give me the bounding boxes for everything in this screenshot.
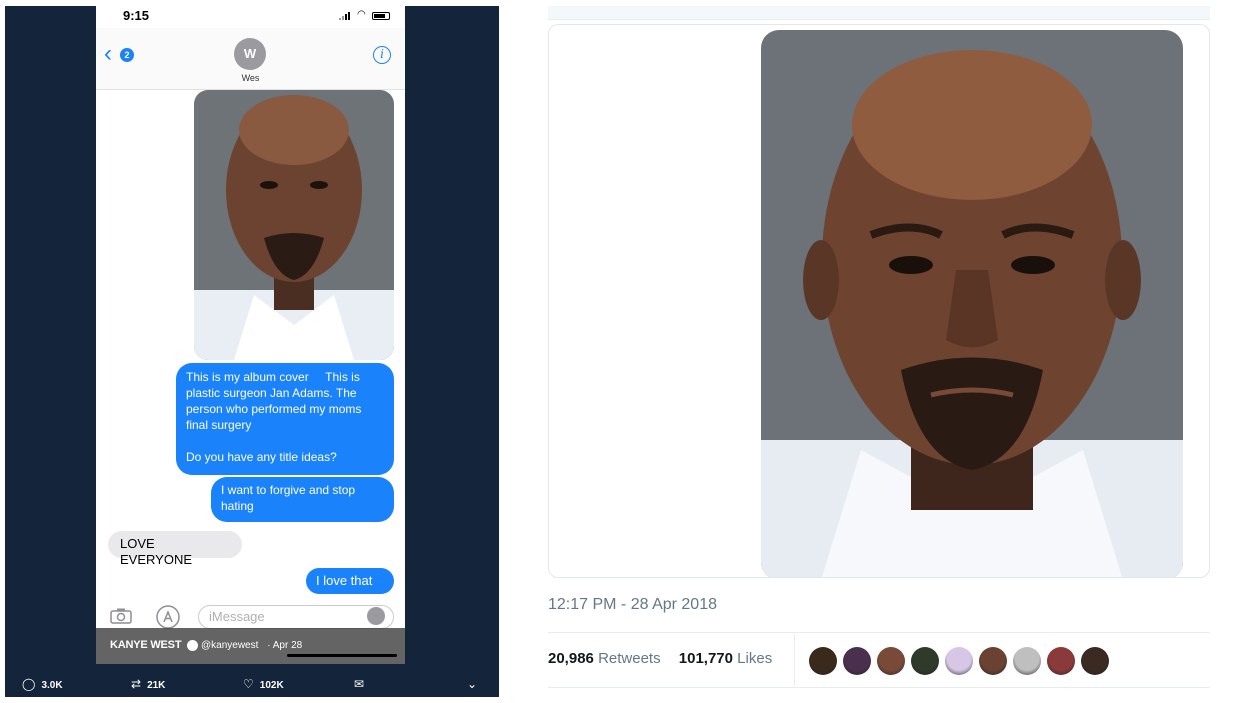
liker-avatar[interactable] <box>877 647 905 675</box>
contact-name[interactable]: Wes <box>96 73 405 83</box>
status-time: 9:15 <box>123 8 150 23</box>
message-bubble: I love that <box>306 568 394 594</box>
author-handle[interactable]: @kanyewest · Apr 28 <box>201 640 302 651</box>
direct-message-button[interactable]: ✉ <box>354 677 370 691</box>
message-bubble: LOVE EVERYONE <box>108 531 242 567</box>
retweets-label[interactable]: Retweets <box>598 650 661 667</box>
conversation-header: ‹ 2 W Wes i <box>96 28 405 90</box>
likes-label[interactable]: Likes <box>737 650 772 667</box>
battery-icon <box>372 12 390 20</box>
message-text: I love that <box>316 573 373 588</box>
chevron-down-icon: ⌄ <box>467 677 478 691</box>
message-text: This is my album cover This is plastic s… <box>186 370 362 464</box>
app-store-icon[interactable] <box>156 605 180 629</box>
like-count: 102K <box>259 680 284 691</box>
unread-badge: 2 <box>120 48 134 62</box>
retweet-total[interactable]: 20,986 <box>548 650 594 667</box>
back-chevron-icon[interactable]: ‹ <box>104 42 112 66</box>
retweet-count: 21K <box>147 680 166 691</box>
album-cover-photo[interactable] <box>194 90 394 360</box>
phone-screenshot: 9:15 ◠ ‹ 2 W Wes i This is my album cove… <box>96 6 405 664</box>
message-bubble: I want to forgive and stop hating <box>211 477 394 522</box>
tweet-actions: ◯ 3.0K ⇄ 21K ♡ 102K ✉ ⌄ <box>5 674 499 697</box>
liker-avatar[interactable] <box>945 647 973 675</box>
liker-avatar[interactable] <box>843 647 871 675</box>
divider <box>548 632 1210 633</box>
envelope-icon: ✉ <box>354 677 365 691</box>
reply-button[interactable]: ◯ 3.0K <box>22 677 63 691</box>
tweet-card-dark: 9:15 ◠ ‹ 2 W Wes i This is my album cove… <box>5 6 499 697</box>
home-indicator <box>287 654 397 657</box>
message-text: I want to forgive and stop hating <box>221 483 356 513</box>
info-icon[interactable]: i <box>373 46 391 64</box>
microphone-icon[interactable] <box>367 607 385 625</box>
contact-avatar[interactable]: W <box>234 38 266 70</box>
tweet-timestamp[interactable]: 12:17 PM - 28 Apr 2018 <box>548 596 717 614</box>
message-input[interactable]: iMessage <box>198 605 394 629</box>
tweet-date: · Apr 28 <box>267 640 303 651</box>
wifi-icon: ◠ <box>357 9 366 20</box>
tweet-media-card[interactable] <box>548 24 1210 578</box>
reply-count: 3.0K <box>41 680 63 691</box>
divider <box>548 687 1210 688</box>
status-bar: 9:15 ◠ <box>96 6 405 28</box>
camera-icon[interactable] <box>110 608 132 624</box>
tweet-stats: 20,986 Retweets 101,770 Likes <box>548 650 786 667</box>
stats-divider <box>794 634 795 686</box>
liker-avatar[interactable] <box>911 647 939 675</box>
mugshot-photo[interactable] <box>761 30 1183 577</box>
liker-avatar[interactable] <box>979 647 1007 675</box>
author-name[interactable]: KANYE WEST <box>110 639 182 651</box>
liker-avatar[interactable] <box>809 647 837 675</box>
more-button[interactable]: ⌄ <box>467 677 483 691</box>
tweet-detail: 12:17 PM - 28 Apr 2018 20,986 Retweets 1… <box>548 6 1210 703</box>
message-text: LOVE EVERYONE <box>120 536 193 567</box>
liker-avatar[interactable] <box>1081 647 1109 675</box>
liker-avatar[interactable] <box>1047 647 1075 675</box>
liker-avatar[interactable] <box>1013 647 1041 675</box>
signal-icon <box>339 12 350 20</box>
like-button[interactable]: ♡ 102K <box>243 677 284 691</box>
tweet-header-strip <box>548 6 1210 20</box>
handle-text[interactable]: @kanyewest <box>201 640 258 651</box>
verified-icon <box>187 640 198 651</box>
reply-icon: ◯ <box>22 677 36 691</box>
retweet-icon: ⇄ <box>131 677 142 691</box>
message-bubble: This is my album cover This is plastic s… <box>176 363 394 475</box>
retweet-button[interactable]: ⇄ 21K <box>131 677 165 691</box>
heart-icon: ♡ <box>243 677 254 691</box>
like-total[interactable]: 101,770 <box>679 650 733 667</box>
